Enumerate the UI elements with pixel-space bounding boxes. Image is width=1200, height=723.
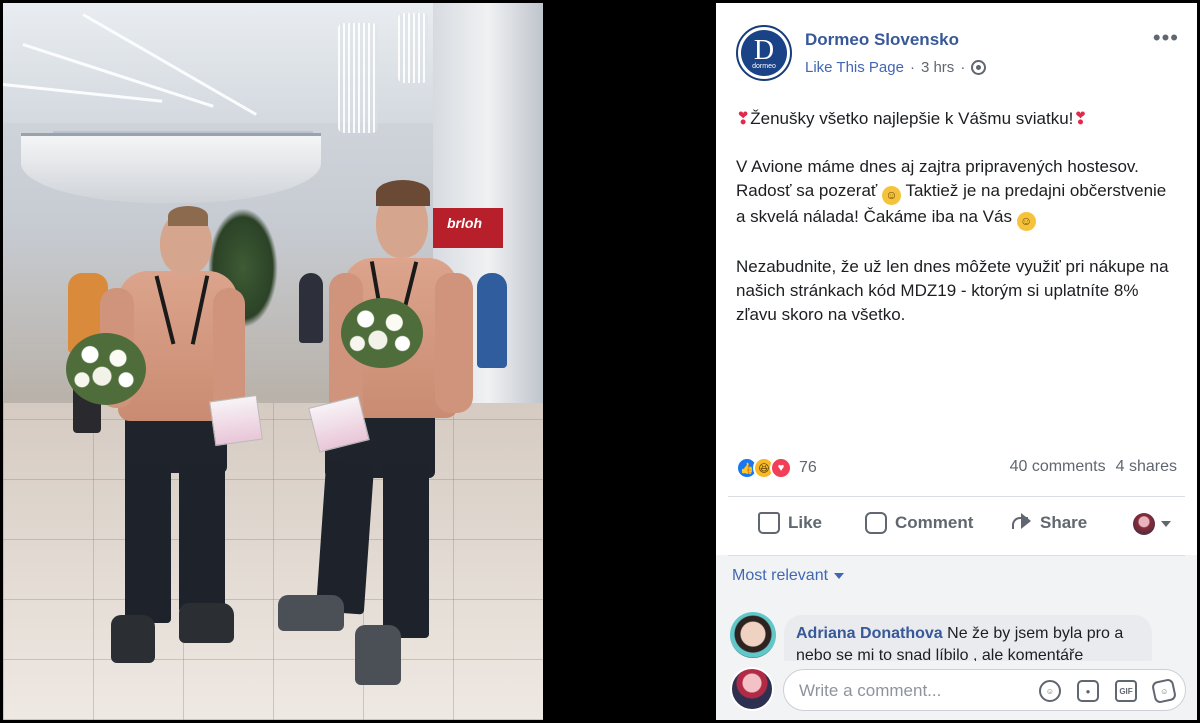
chevron-down-icon	[1161, 521, 1171, 527]
comment-input[interactable]: Write a comment... ☺ ● GIF ☺	[783, 669, 1186, 711]
like-button[interactable]: Like	[758, 512, 822, 534]
post-meta: Like This Page · 3 hrs ·	[805, 59, 987, 76]
tiled-floor	[3, 403, 543, 720]
comment-label: Comment	[895, 513, 974, 532]
hair	[376, 180, 430, 206]
store-sign: brloh	[447, 215, 482, 231]
thumbs-up-icon	[758, 512, 780, 534]
page-logo: D dormeo	[741, 30, 787, 76]
post-line-1: ❣Ženušky všetko najlepšie k Vášmu sviatk…	[736, 107, 1176, 131]
sort-label: Most relevant	[732, 567, 829, 584]
comment-button[interactable]: Comment	[865, 512, 973, 534]
shoe	[111, 615, 155, 663]
reaction-count: 76	[799, 459, 817, 476]
current-user-avatar[interactable]	[730, 667, 774, 711]
chandelier	[338, 23, 378, 133]
background-person	[477, 273, 507, 368]
more-options-icon[interactable]: •••	[1153, 25, 1179, 51]
like-label: Like	[788, 513, 823, 532]
post-header: D dormeo Dormeo Slovensko Like This Page…	[716, 3, 1197, 93]
page-avatar[interactable]: D dormeo	[736, 25, 792, 81]
share-arrow-icon	[1010, 512, 1032, 534]
chandelier	[398, 13, 428, 83]
flower-bouquet	[66, 333, 146, 405]
shoe	[278, 595, 344, 631]
post-line-1-text: Ženušky všetko najlepšie k Vášmu sviatku…	[750, 109, 1074, 128]
page-name[interactable]: Dormeo Slovensko	[805, 30, 959, 50]
chevron-down-icon	[834, 573, 845, 579]
reaction-picker[interactable]	[1133, 513, 1171, 535]
engagement-counts: 40 comments 4 shares	[1010, 458, 1177, 476]
background-person	[299, 273, 323, 343]
shares-count[interactable]: 4 shares	[1116, 458, 1177, 476]
meta-separator: ·	[909, 59, 915, 76]
action-bar: Like Comment Share	[728, 500, 1185, 546]
smile-emoji-icon: ☺	[1016, 212, 1036, 231]
shoe	[355, 625, 401, 685]
commenter-avatar[interactable]	[730, 612, 776, 658]
reaction-summary[interactable]: 👍 😆 ♥ 76	[736, 456, 817, 480]
flower-bouquet	[341, 298, 423, 368]
heart-exclamation-icon: ❣	[1073, 109, 1088, 128]
post-paragraph-2: V Avione máme dnes aj zajtra pripravenýc…	[736, 155, 1176, 231]
user-avatar	[1133, 513, 1155, 535]
post-time[interactable]: 3 hrs	[921, 59, 954, 76]
smile-emoji-icon: ☺	[882, 186, 902, 205]
arm	[435, 273, 473, 413]
globe-icon[interactable]	[971, 60, 987, 75]
divider	[728, 496, 1185, 497]
sticker-icon[interactable]: ☺	[1150, 677, 1178, 705]
heart-exclamation-icon: ❣	[736, 109, 751, 128]
share-button[interactable]: Share	[1010, 512, 1087, 534]
composer-icons: ☺ ● GIF ☺	[1039, 677, 1178, 705]
leg	[179, 463, 225, 613]
hair	[168, 206, 208, 226]
comment-placeholder: Write a comment...	[799, 681, 942, 700]
camera-icon[interactable]: ●	[1077, 680, 1099, 702]
logo-brand: dormeo	[752, 63, 776, 70]
post-text: ❣Ženušky všetko najlepšie k Vášmu sviatk…	[736, 107, 1176, 351]
divider	[728, 555, 1185, 556]
love-reaction-icon: ♥	[770, 457, 792, 479]
comments-count[interactable]: 40 comments	[1010, 458, 1106, 476]
comment-author[interactable]: Adriana Donathova	[796, 625, 943, 642]
post-panel: D dormeo Dormeo Slovensko Like This Page…	[716, 3, 1197, 720]
speech-bubble-icon	[865, 512, 887, 534]
post-paragraph-3: Nezabudnite, že už len dnes môžete využi…	[736, 257, 1169, 324]
like-page-link[interactable]: Like This Page	[805, 59, 904, 76]
balcony	[21, 133, 321, 203]
emoji-icon[interactable]: ☺	[1039, 680, 1061, 702]
leg	[383, 463, 429, 638]
share-label: Share	[1040, 513, 1088, 532]
post-photo[interactable]: brloh	[3, 3, 543, 720]
comment-sort-dropdown[interactable]: Most relevant	[732, 567, 845, 585]
shoe	[179, 603, 234, 643]
gif-icon[interactable]: GIF	[1115, 680, 1137, 702]
leaflet	[209, 394, 263, 447]
meta-separator: ·	[960, 59, 966, 76]
leg	[125, 463, 171, 623]
